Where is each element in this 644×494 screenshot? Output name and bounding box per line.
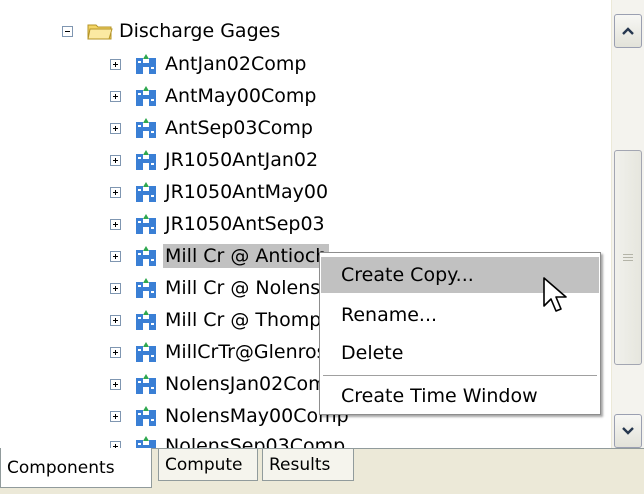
tree-item-label: JR1050AntMay00 <box>165 181 329 203</box>
folder-open-icon <box>87 24 113 40</box>
expand-icon[interactable] <box>110 58 121 70</box>
tree-item-label: NolensSep03Comp <box>165 435 346 448</box>
gage-icon <box>136 374 156 394</box>
menu-item-label: Create Time Window <box>341 385 538 407</box>
grip-icon <box>623 253 633 262</box>
tree-item-label: AntMay00Comp <box>165 85 317 107</box>
gage-icon <box>136 54 156 74</box>
tree-item-label: MillCrTr@Glenrose <box>165 341 339 363</box>
gage-icon <box>136 86 156 106</box>
tree-item[interactable]: MillCrTr@Glenrose <box>110 334 340 370</box>
tree-item[interactable]: JR1050AntJan02 <box>110 142 320 178</box>
tree-item-label: JR1050AntSep03 <box>165 213 325 235</box>
menu-item-label: Rename... <box>341 304 438 326</box>
expand-icon[interactable] <box>110 282 121 294</box>
expand-icon[interactable] <box>110 378 121 390</box>
tree-item-label: NolensJan02Comp <box>165 373 339 395</box>
menu-item-label: Delete <box>341 342 404 364</box>
tree-item[interactable]: AntJan02Comp <box>110 46 308 82</box>
tree-item[interactable]: NolensJan02Comp <box>110 366 341 402</box>
expand-icon[interactable] <box>110 314 121 326</box>
tree-item[interactable]: NolensSep03Comp <box>110 428 347 448</box>
scroll-up-button[interactable] <box>614 14 642 48</box>
scroll-down-button[interactable] <box>614 414 642 448</box>
collapse-icon[interactable] <box>62 25 73 37</box>
tab-label: Compute <box>165 454 243 475</box>
chevron-down-icon <box>622 427 634 435</box>
menu-item-create-time-window[interactable]: Create Time Window <box>321 378 599 414</box>
expand-icon[interactable] <box>110 250 121 262</box>
expand-icon[interactable] <box>110 90 121 102</box>
chevron-up-icon <box>622 27 634 35</box>
gage-icon <box>136 436 156 448</box>
tab-components[interactable]: Components <box>0 448 152 488</box>
menu-item-delete[interactable]: Delete <box>321 335 599 371</box>
menu-separator <box>323 375 597 376</box>
gage-icon <box>136 246 156 266</box>
gage-icon <box>136 214 156 234</box>
tree-item-label: AntJan02Comp <box>165 53 307 75</box>
expand-icon[interactable] <box>110 122 121 134</box>
gage-icon <box>136 118 156 138</box>
tree-item-label: JR1050AntJan02 <box>165 149 319 171</box>
tree-item-selected[interactable]: Mill Cr @ Antioch <box>110 238 330 274</box>
tab-compute[interactable]: Compute <box>158 449 258 481</box>
gage-icon <box>136 150 156 170</box>
tab-label: Components <box>7 457 115 478</box>
expand-icon[interactable] <box>110 440 121 448</box>
vertical-scrollbar[interactable] <box>611 0 644 448</box>
expand-icon[interactable] <box>110 218 121 230</box>
tree-item[interactable]: AntMay00Comp <box>110 78 318 114</box>
gage-icon <box>136 342 156 362</box>
mouse-pointer-icon <box>543 277 567 312</box>
expand-icon[interactable] <box>110 410 121 422</box>
tree-item-label: AntSep03Comp <box>165 117 313 139</box>
tree-item[interactable]: JR1050AntMay00 <box>110 174 330 210</box>
scroll-thumb[interactable] <box>614 150 642 365</box>
tree-root-label: Discharge Gages <box>119 20 281 42</box>
tab-strip: Components Compute Results <box>0 448 644 494</box>
gage-icon <box>136 406 156 426</box>
expand-icon[interactable] <box>110 186 121 198</box>
tree-item[interactable]: AntSep03Comp <box>110 110 315 146</box>
tree-root-discharge-gages[interactable]: Discharge Gages <box>62 13 282 49</box>
gage-icon <box>136 182 156 202</box>
menu-item-label: Create Copy... <box>341 264 474 286</box>
tree-item[interactable]: JR1050AntSep03 <box>110 206 327 242</box>
gage-icon <box>136 278 156 298</box>
tree-item-label: Mill Cr @ Antioch <box>163 244 330 268</box>
tab-label: Results <box>269 454 331 475</box>
tab-results[interactable]: Results <box>262 449 354 481</box>
expand-icon[interactable] <box>110 346 121 358</box>
gage-icon <box>136 310 156 330</box>
expand-icon[interactable] <box>110 154 121 166</box>
